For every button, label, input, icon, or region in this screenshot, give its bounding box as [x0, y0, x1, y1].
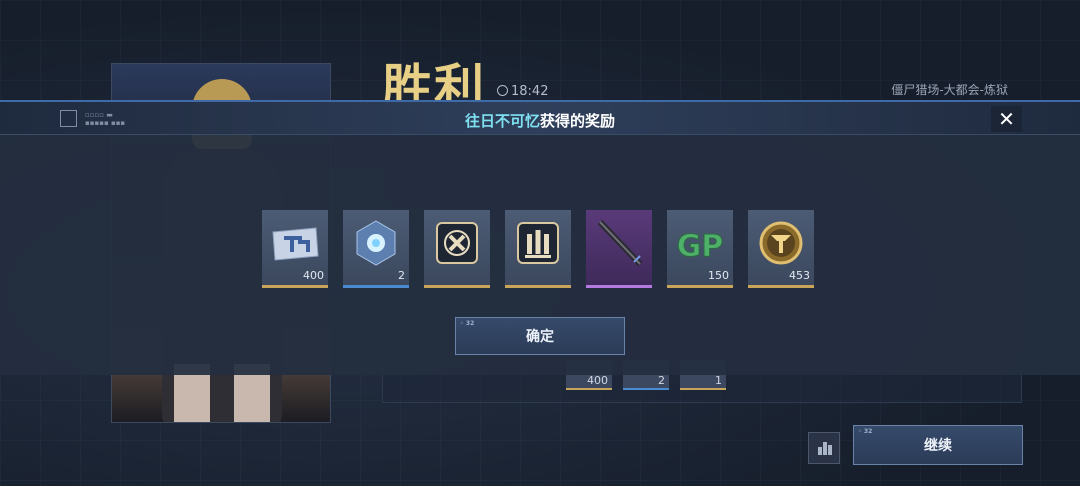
- confirm-button[interactable]: ◦ 32 确定: [455, 317, 625, 355]
- reward-item[interactable]: [505, 210, 571, 288]
- svg-text:GP: GP: [677, 229, 724, 264]
- reward-quantity: 400: [303, 269, 324, 282]
- bar-chart-icon: [823, 442, 827, 455]
- clock-icon: [497, 85, 508, 96]
- ticket-card-icon: [272, 227, 319, 261]
- crossed-tools-icon: [436, 222, 478, 264]
- stats-chart-button[interactable]: [808, 432, 840, 464]
- continue-button[interactable]: ◦ 32 继续: [853, 425, 1023, 465]
- reward-list: 400 2 GP 150 453: [262, 210, 814, 288]
- reward-modal: ▫▫▫▫ ▬ ▪▪▪▪▪ ▪▪▪ 往日不可忆获得的奖励 ✕ 400 2 GP 1…: [0, 100, 1080, 375]
- reward-item[interactable]: 453: [748, 210, 814, 288]
- match-time: 18:42: [497, 84, 548, 99]
- game-mode-label: 僵尸猎场-大都会-炼狱: [891, 83, 1008, 97]
- reward-item[interactable]: 2: [343, 210, 409, 288]
- reward-quantity: 150: [708, 269, 729, 282]
- modal-header: ▫▫▫▫ ▬ ▪▪▪▪▪ ▪▪▪ 往日不可忆获得的奖励 ✕: [0, 102, 1080, 135]
- gp-coin-icon: GP: [676, 229, 724, 265]
- rifle-icon: [597, 219, 643, 267]
- match-time-value: 18:42: [511, 84, 549, 99]
- ammo-bullets-icon: [517, 222, 559, 264]
- reward-item[interactable]: [424, 210, 490, 288]
- bar-chart-icon: [828, 445, 832, 455]
- button-corner-mark: ◦ 32: [858, 428, 873, 435]
- gold-medal-icon: [759, 221, 803, 265]
- confirm-button-label: 确定: [526, 329, 554, 345]
- continue-button-label: 继续: [924, 438, 952, 454]
- reward-item[interactable]: GP 150: [667, 210, 733, 288]
- modal-title: 往日不可忆获得的奖励: [0, 110, 1080, 131]
- reward-item[interactable]: [586, 210, 652, 288]
- modal-title-name: 往日不可忆: [464, 112, 540, 130]
- close-button[interactable]: ✕: [991, 106, 1022, 132]
- bar-chart-icon: [818, 447, 822, 455]
- button-corner-mark: ◦ 32: [460, 320, 475, 327]
- reward-quantity: 453: [789, 269, 810, 282]
- reward-quantity: 2: [398, 269, 405, 282]
- crystal-core-icon: [356, 220, 396, 266]
- modal-title-suffix: 获得的奖励: [540, 112, 616, 130]
- reward-item[interactable]: 400: [262, 210, 328, 288]
